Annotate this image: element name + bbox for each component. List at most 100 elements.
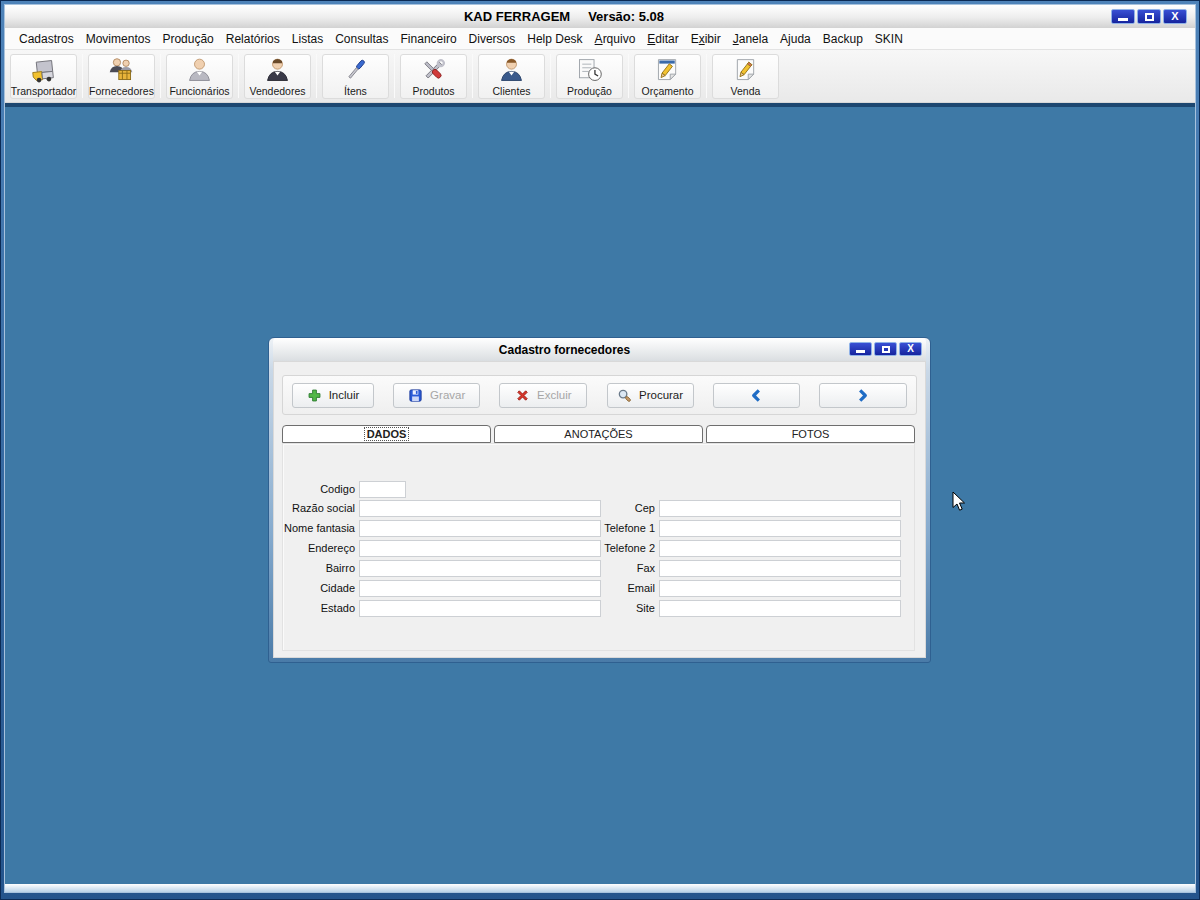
employee-icon [185, 56, 214, 85]
razao-social-label: Razão social [283, 502, 359, 514]
gravar-button[interactable]: Gravar [393, 383, 480, 408]
tab-fotos[interactable]: FOTOS [706, 425, 915, 443]
menu-producao[interactable]: Produção [156, 32, 219, 46]
toolbar-transportador[interactable]: Transportador [10, 54, 77, 99]
toolbar-separator [550, 54, 551, 98]
save-icon [408, 388, 423, 403]
menu-editar[interactable]: Editar [641, 32, 684, 46]
main-toolbar: Transportador Fornecedores Funcionários [5, 50, 1195, 103]
dialog-title: Cadastro fornecedores [238, 343, 891, 357]
telefone1-label: Telefone 1 [583, 522, 659, 534]
close-icon: X [1171, 11, 1178, 22]
toolbar-clientes[interactable]: Clientes [478, 54, 545, 99]
dialog-maximize-button[interactable] [874, 342, 897, 356]
search-icon [617, 388, 632, 403]
bairro-input[interactable] [359, 560, 601, 577]
seller-icon [263, 56, 292, 85]
procurar-button[interactable]: Procurar [607, 383, 694, 408]
telefone1-input[interactable] [659, 520, 901, 537]
mouse-cursor [952, 491, 966, 512]
maximize-button[interactable] [1137, 9, 1161, 24]
telefone2-label: Telefone 2 [583, 542, 659, 554]
window-chrome: KAD FERRAGEM Versão: 5.08 X Cadastros Mo… [5, 5, 1195, 892]
toolbar-funcionarios[interactable]: Funcionários [166, 54, 233, 99]
incluir-button[interactable]: Incluir [292, 383, 374, 408]
fax-input[interactable] [659, 560, 901, 577]
sale-icon [731, 56, 760, 85]
toolbar-fornecedores[interactable]: Fornecedores [88, 54, 155, 99]
toolbar-separator [160, 54, 161, 98]
previous-button[interactable] [713, 383, 800, 408]
cidade-input[interactable] [359, 580, 601, 597]
titlebar[interactable]: KAD FERRAGEM Versão: 5.08 X [5, 5, 1195, 28]
dialog-tabs: DADOS ANOTAÇÕES FOTOS [282, 425, 915, 443]
maximize-icon [882, 346, 890, 353]
toolbar-produtos[interactable]: Produtos [400, 54, 467, 99]
telefone2-input[interactable] [659, 540, 901, 557]
tab-dados[interactable]: DADOS [282, 425, 491, 443]
toolbar-separator [472, 54, 473, 98]
dialog-minimize-button[interactable] [849, 342, 872, 356]
menu-financeiro[interactable]: Financeiro [395, 32, 463, 46]
window-title: KAD FERRAGEM Versão: 5.08 [0, 9, 1159, 24]
toolbar-itens[interactable]: Ítens [322, 54, 389, 99]
menu-exibir[interactable]: Exibir [685, 32, 727, 46]
menu-arquivo[interactable]: Arquivo [589, 32, 642, 46]
toolbar-producao[interactable]: Produção [556, 54, 623, 99]
codigo-input[interactable] [359, 481, 406, 498]
razao-social-input[interactable] [359, 500, 601, 517]
bairro-label: Bairro [283, 562, 359, 574]
menu-janela[interactable]: Janela [727, 32, 774, 46]
dialog-titlebar[interactable]: Cadastro fornecedores X [273, 338, 926, 361]
dialog-close-button[interactable]: X [899, 342, 922, 356]
email-label: Email [583, 582, 659, 594]
close-button[interactable]: X [1163, 9, 1187, 24]
toolbar-vendedores[interactable]: Vendedores [244, 54, 311, 99]
tools-icon [419, 56, 448, 85]
menu-skin[interactable]: SKIN [869, 32, 909, 46]
codigo-label: Codigo [283, 483, 359, 495]
menu-movimentos[interactable]: Movimentos [80, 32, 157, 46]
menu-relatorios[interactable]: Relatórios [220, 32, 286, 46]
toolbar-orcamento[interactable]: Orçamento [634, 54, 701, 99]
minimize-button[interactable] [1111, 9, 1135, 24]
menu-backup[interactable]: Backup [817, 32, 869, 46]
dialog-action-panel: Incluir Gravar [282, 375, 917, 415]
cep-input[interactable] [659, 500, 901, 517]
dialog-cadastro-fornecedores: Cadastro fornecedores X Incluir [268, 337, 931, 663]
email-input[interactable] [659, 580, 901, 597]
budget-icon [653, 56, 682, 85]
toolbar-separator [706, 54, 707, 98]
status-strip [5, 884, 1195, 892]
excluir-button[interactable]: Excluir [499, 383, 587, 408]
menu-ajuda[interactable]: Ajuda [774, 32, 817, 46]
production-icon [575, 56, 604, 85]
nome-fantasia-input[interactable] [359, 520, 601, 537]
toolbar-venda[interactable]: Venda [712, 54, 779, 99]
menu-listas[interactable]: Listas [286, 32, 329, 46]
toolbar-separator [82, 54, 83, 98]
menu-consultas[interactable]: Consultas [329, 32, 394, 46]
tab-anotacoes[interactable]: ANOTAÇÕES [494, 425, 703, 443]
menu-help-desk[interactable]: Help Desk [521, 32, 588, 46]
fax-label: Fax [583, 562, 659, 574]
toolbar-separator [316, 54, 317, 98]
menu-cadastros[interactable]: Cadastros [13, 32, 80, 46]
dialog-body: Incluir Gravar [273, 361, 926, 658]
truck-icon [29, 56, 58, 85]
app-name: KAD FERRAGEM [464, 9, 570, 24]
nome-fantasia-label: Nome fantasia [283, 522, 359, 534]
endereco-input[interactable] [359, 540, 601, 557]
next-button[interactable] [819, 383, 907, 408]
menu-diversos[interactable]: Diversos [463, 32, 522, 46]
estado-input[interactable] [359, 600, 601, 617]
maximize-icon [1145, 13, 1154, 21]
site-input[interactable] [659, 600, 901, 617]
suppliers-icon [107, 56, 136, 85]
close-icon: X [907, 344, 914, 354]
cidade-label: Cidade [283, 582, 359, 594]
chevron-right-icon [855, 388, 870, 403]
mdi-workspace: Cadastro fornecedores X Incluir [5, 103, 1195, 884]
toolbar-separator [238, 54, 239, 98]
endereco-label: Endereço [283, 542, 359, 554]
